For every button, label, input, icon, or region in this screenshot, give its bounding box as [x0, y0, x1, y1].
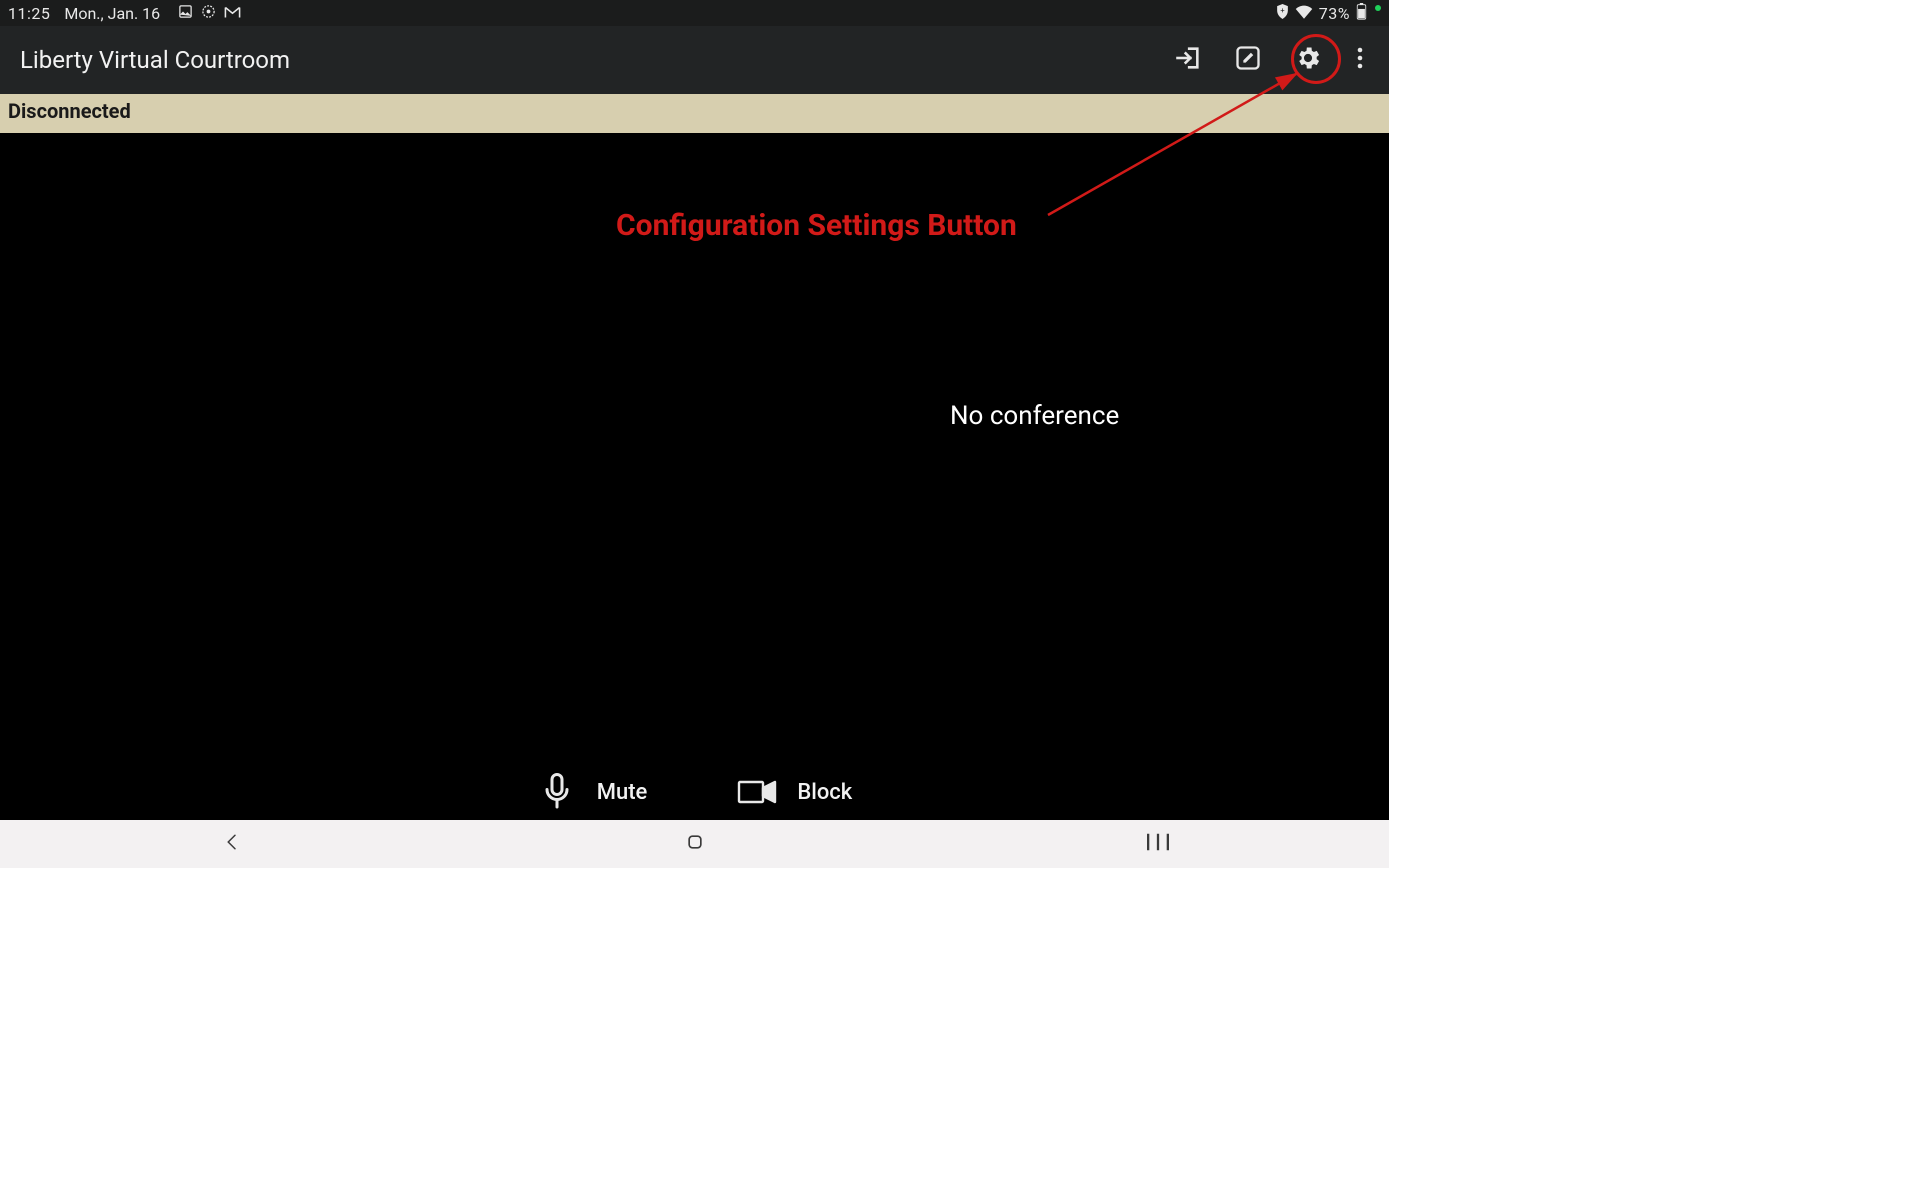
gmail-icon — [224, 4, 241, 23]
status-right: + 73% — [1276, 3, 1381, 24]
annotation-label: Configuration Settings Button — [616, 208, 1017, 243]
block-button[interactable]: Block — [737, 772, 852, 812]
gear-icon — [1294, 44, 1322, 76]
nav-recents[interactable] — [1108, 833, 1208, 855]
home-icon — [685, 832, 705, 856]
more-vert-icon — [1357, 46, 1363, 74]
status-left: 11:25 Mon., Jan. 16 — [8, 4, 241, 23]
edit-icon — [1234, 44, 1262, 76]
more-button[interactable] — [1351, 43, 1369, 77]
app-title: Liberty Virtual Courtroom — [20, 46, 290, 74]
settings-button[interactable] — [1291, 43, 1325, 77]
connection-status-text: Disconnected — [8, 99, 131, 123]
dnd-icon — [201, 4, 216, 23]
no-conference-text: No conference — [950, 401, 1119, 431]
enter-button[interactable] — [1171, 43, 1205, 77]
connection-banner: Disconnected — [0, 94, 1389, 133]
nav-home[interactable] — [645, 832, 745, 856]
mute-label: Mute — [597, 780, 648, 805]
app-screenshot: 11:25 Mon., Jan. 16 + — [0, 0, 1389, 868]
app-bar: Liberty Virtual Courtroom — [0, 26, 1389, 94]
android-status-bar: 11:25 Mon., Jan. 16 + — [0, 0, 1389, 26]
android-nav-bar — [0, 820, 1389, 868]
back-icon — [223, 833, 241, 855]
video-camera-icon — [737, 772, 777, 812]
status-date: Mon., Jan. 16 — [64, 4, 160, 23]
wifi-icon — [1295, 4, 1313, 23]
recents-icon — [1147, 833, 1169, 855]
status-time: 11:25 — [8, 4, 50, 23]
block-label: Block — [797, 780, 852, 805]
battery-percent: 73% — [1319, 4, 1350, 23]
microphone-icon — [537, 772, 577, 812]
active-dot-icon — [1375, 5, 1381, 11]
edit-button[interactable] — [1231, 43, 1265, 77]
image-icon — [178, 4, 193, 23]
mute-button[interactable]: Mute — [537, 772, 648, 812]
page-whitespace — [0, 868, 1919, 1199]
nav-back[interactable] — [182, 833, 282, 855]
enter-icon — [1174, 44, 1202, 76]
svg-text:+: + — [1280, 6, 1284, 15]
app-bar-actions — [1171, 43, 1369, 77]
bottom-action-row: Mute Block — [0, 772, 1389, 812]
shield-icon: + — [1276, 4, 1289, 23]
battery-icon — [1356, 3, 1367, 24]
